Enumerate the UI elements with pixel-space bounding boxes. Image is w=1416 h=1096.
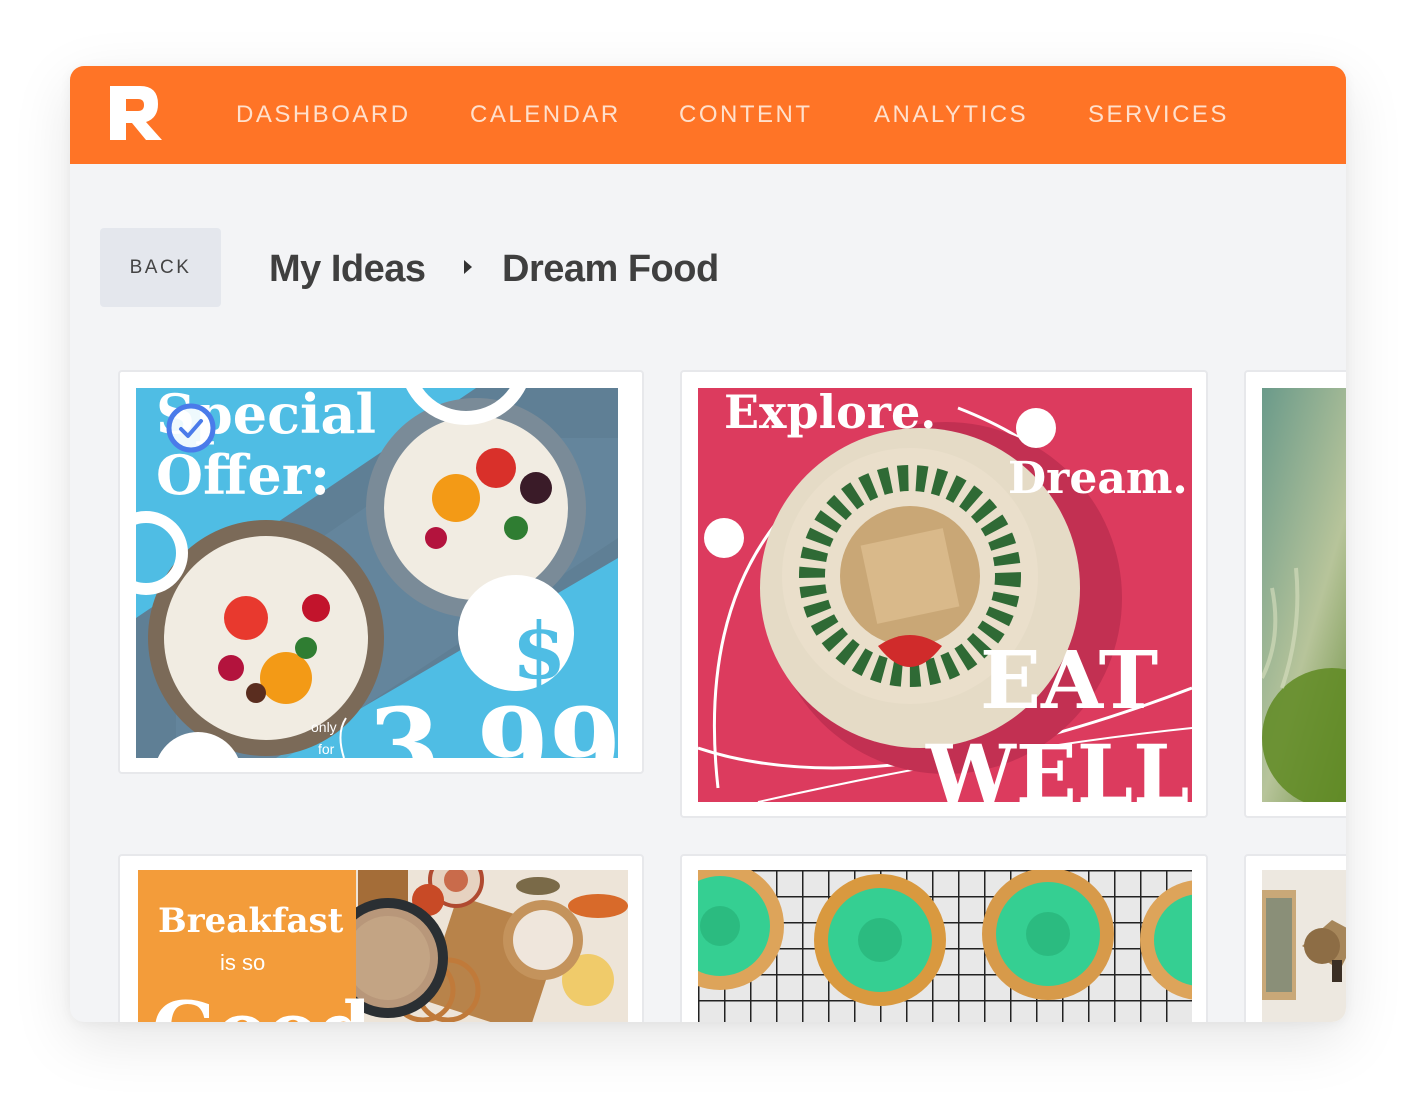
idea-thumbnail: Explore. Dream. EAT WELL. xyxy=(698,388,1192,802)
offer-currency: $ xyxy=(512,606,566,697)
idea-thumbnail xyxy=(1262,388,1346,802)
idea-card-nature[interactable] xyxy=(1244,370,1346,818)
breakfast-headline-3: Good xyxy=(152,985,371,1022)
offer-price: 3.99 xyxy=(368,685,618,758)
nav-analytics[interactable]: ANALYTICS xyxy=(874,66,1028,164)
breadcrumb-parent[interactable]: My Ideas xyxy=(269,242,426,296)
nav-calendar[interactable]: CALENDAR xyxy=(470,66,621,164)
offer-note-2: for xyxy=(318,741,335,757)
breakfast-headline-2: is so xyxy=(220,950,265,975)
idea-thumbnail xyxy=(698,870,1192,1022)
cupcakes-image xyxy=(698,870,1192,1022)
nav-content[interactable]: CONTENT xyxy=(679,66,813,164)
idea-thumbnail: Breakfast is so Good xyxy=(138,870,628,1022)
breakfast-headline-1: Breakfast xyxy=(158,901,344,941)
idea-thumbnail xyxy=(1262,870,1346,1022)
chevron-right-icon xyxy=(464,260,472,274)
nature-image xyxy=(1262,388,1346,802)
explore-image: Explore. Dream. EAT WELL. xyxy=(698,388,1192,802)
idea-card-breakfast[interactable]: Breakfast is so Good xyxy=(118,854,644,1022)
idea-card-interior[interactable] xyxy=(1244,854,1346,1022)
nav-services[interactable]: SERVICES xyxy=(1088,66,1229,164)
idea-card-explore[interactable]: Explore. Dream. EAT WELL. xyxy=(680,370,1208,818)
nav-dashboard[interactable]: DASHBOARD xyxy=(236,66,411,164)
explore-headline-2: Dream. xyxy=(1008,453,1188,504)
back-button[interactable]: BACK xyxy=(100,228,221,307)
explore-headline-3: EAT xyxy=(980,633,1158,727)
app-window: DASHBOARD CALENDAR CONTENT ANALYTICS SER… xyxy=(70,66,1346,1022)
offer-note-1: only xyxy=(311,719,337,735)
idea-card-cupcakes[interactable] xyxy=(680,854,1208,1022)
breakfast-image: Breakfast is so Good xyxy=(138,870,628,1022)
explore-headline-4: WELL. xyxy=(925,727,1192,802)
interior-image xyxy=(1262,870,1346,1022)
explore-headline-1: Explore. xyxy=(724,388,936,439)
selected-check-icon[interactable] xyxy=(166,403,216,453)
top-nav-bar: DASHBOARD CALENDAR CONTENT ANALYTICS SER… xyxy=(70,66,1346,164)
breadcrumb-current: Dream Food xyxy=(502,247,719,290)
logo-icon[interactable] xyxy=(106,82,166,144)
